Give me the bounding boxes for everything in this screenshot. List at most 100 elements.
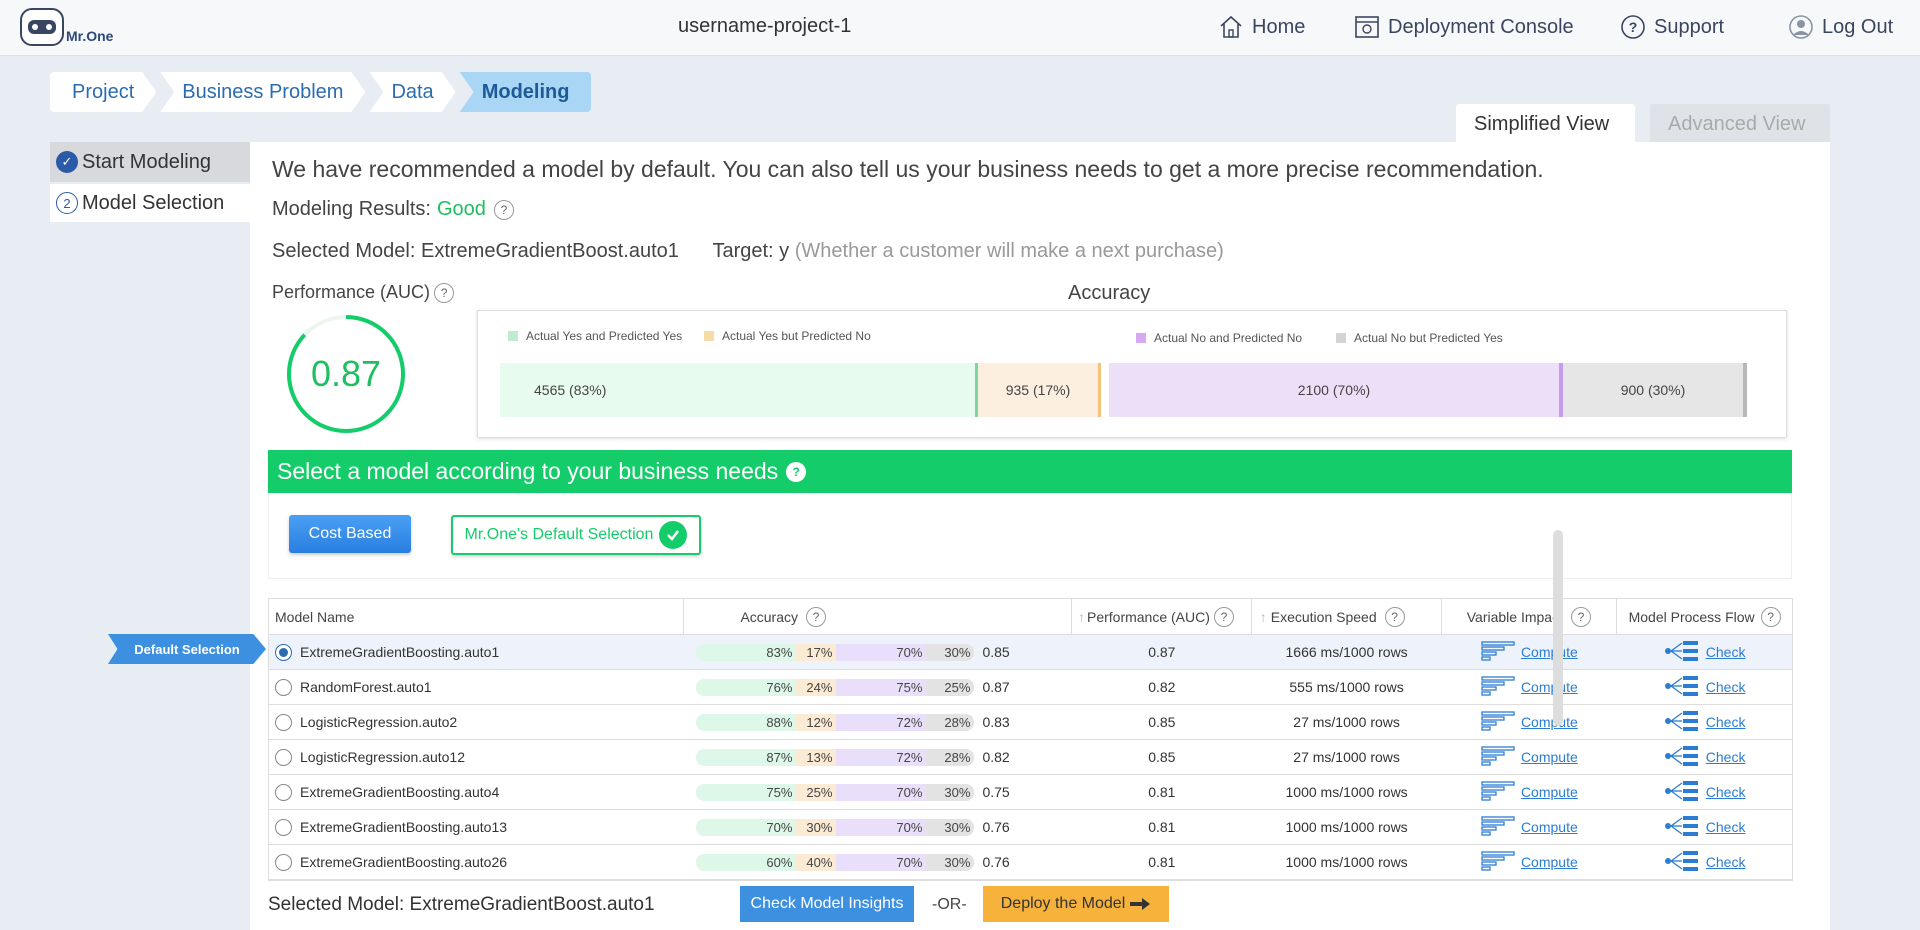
mini-yes-yes: 76% <box>696 678 797 696</box>
tab-advanced-view[interactable]: Advanced View? <box>1650 104 1830 176</box>
model-name-cell: LogisticRegression.auto12 <box>269 748 684 766</box>
compute-link[interactable]: Compute <box>1521 644 1578 660</box>
legend-yes-no: Actual Yes but Predicted No <box>704 329 871 343</box>
business-needs-bar: Select a model according to your busines… <box>268 450 1792 493</box>
check-insights-button[interactable]: Check Model Insights <box>740 886 914 922</box>
nav-support[interactable]: ? Support <box>1620 14 1724 40</box>
performance-help-icon[interactable]: ? <box>434 282 455 303</box>
table-row[interactable]: RandomForest.auto1 76% 24% 75% 25% 0.87 0.82 55… <box>269 670 1792 705</box>
performance-col-help-icon[interactable]: ? <box>1213 606 1234 627</box>
variable-impact-cell: Compute <box>1441 710 1617 735</box>
recommendation-text: We have recommended a model by default. … <box>272 156 1544 182</box>
sort-arrow-icon: ↑ <box>1259 608 1267 625</box>
compute-link[interactable]: Compute <box>1521 714 1578 730</box>
mini-no-yes: 30% <box>926 853 975 871</box>
selected-model-line: Selected Model: ExtremeGradientBoost.aut… <box>272 240 1224 263</box>
breadcrumb-project[interactable]: Project <box>50 72 156 112</box>
variable-impact-cell: Compute <box>1441 780 1617 805</box>
speed-cell: 1666 ms/1000 rows <box>1285 644 1408 660</box>
table-row[interactable]: ExtremeGradientBoosting.auto4 75% 25% 70% 30… <box>269 775 1792 810</box>
nav-home[interactable]: Home <box>1218 14 1305 40</box>
accuracy-mini-bar: 75% 25% 70% 30% <box>696 783 975 801</box>
segment-yes-yes: 4565 (83%) <box>500 363 978 417</box>
model-radio[interactable] <box>275 713 292 731</box>
results-label: Modeling Results: <box>272 198 431 220</box>
accuracy-mini-bar: 87% 13% 72% 28% <box>696 748 975 766</box>
check-link[interactable]: Check <box>1706 749 1746 765</box>
check-link[interactable]: Check <box>1706 854 1746 870</box>
flow-help-icon[interactable]: ? <box>1760 606 1781 627</box>
mini-yes-yes: 60% <box>696 853 797 871</box>
cost-based-button[interactable]: Cost Based <box>289 515 411 553</box>
table-row[interactable]: LogisticRegression.auto12 87% 13% 72% 28% 0.8… <box>269 740 1792 775</box>
business-help-icon[interactable]: ? <box>786 461 807 482</box>
speed-cell: 1000 ms/1000 rows <box>1285 784 1408 800</box>
legend-yes-yes-label: Actual Yes and Predicted Yes <box>526 329 683 343</box>
check-link[interactable]: Check <box>1706 714 1746 730</box>
model-name: ExtremeGradientBoosting.auto1 <box>300 644 500 660</box>
sidenav-start-modeling[interactable]: ✓ Start Modeling <box>50 142 250 182</box>
check-link[interactable]: Check <box>1706 784 1746 800</box>
step-number-badge: 2 <box>56 192 78 214</box>
legend-swatch <box>1136 333 1146 343</box>
table-row[interactable]: ExtremeGradientBoosting.auto1 83% 17% 70% 30… <box>269 635 1792 670</box>
table-row[interactable]: LogisticRegression.auto2 88% 12% 72% 28% 0.83… <box>269 705 1792 740</box>
breadcrumb-modeling[interactable]: Modeling <box>459 72 592 112</box>
speed-help-icon[interactable]: ? <box>1384 606 1405 627</box>
check-link[interactable]: Check <box>1706 644 1746 660</box>
accuracy-title: Accuracy <box>1068 282 1151 304</box>
compute-link[interactable]: Compute <box>1521 854 1578 870</box>
sidenav-start-label: Start Modeling <box>82 150 211 173</box>
table-scrollbar[interactable] <box>1553 530 1563 726</box>
variable-help-icon[interactable]: ? <box>1570 606 1591 627</box>
mini-yes-no: 40% <box>796 853 837 871</box>
process-flow-cell: Check <box>1617 850 1792 875</box>
mini-no-no: 72% <box>836 713 927 731</box>
nav-logout[interactable]: Log Out <box>1788 14 1893 40</box>
footer-selected-model: Selected Model: ExtremeGradientBoost.aut… <box>268 894 655 915</box>
compute-link[interactable]: Compute <box>1521 679 1578 695</box>
check-link[interactable]: Check <box>1706 679 1746 695</box>
performance-cell: 0.82 <box>1148 679 1176 695</box>
header-accuracy-label: Accuracy <box>740 608 799 625</box>
tab-simplified-label: Simplified View <box>1474 113 1610 135</box>
accuracy-score: 0.82 <box>982 749 1010 765</box>
model-radio[interactable] <box>275 748 292 766</box>
breadcrumb-business-problem[interactable]: Business Problem <box>160 72 365 112</box>
help-icon: ? <box>1621 15 1645 39</box>
accuracy-cell: 76% 24% 75% 25% 0.87 <box>684 678 1072 696</box>
default-selection-label: Mr.One's Default Selection <box>464 526 654 543</box>
tab-simplified-view[interactable]: Simplified View <box>1456 104 1635 142</box>
model-name: ExtremeGradientBoosting.auto13 <box>300 819 508 835</box>
check-link[interactable]: Check <box>1706 819 1746 835</box>
sidenav-model-label: Model Selection <box>82 191 225 214</box>
compute-link[interactable]: Compute <box>1521 749 1578 765</box>
header-performance[interactable]: ↑ Performance (AUC)? <box>1072 599 1252 634</box>
compute-link[interactable]: Compute <box>1521 784 1578 800</box>
model-radio[interactable] <box>275 853 292 871</box>
table-row[interactable]: ExtremeGradientBoosting.auto13 70% 30% 70% 3… <box>269 810 1792 845</box>
model-radio[interactable] <box>275 783 292 801</box>
mini-yes-no: 25% <box>796 783 837 801</box>
model-radio[interactable] <box>275 678 292 696</box>
model-radio[interactable] <box>275 643 292 661</box>
model-radio[interactable] <box>275 818 292 836</box>
model-name-cell: ExtremeGradientBoosting.auto13 <box>269 818 684 836</box>
table-row[interactable]: ExtremeGradientBoosting.auto26 60% 40% 70% 3… <box>269 845 1792 880</box>
compute-link[interactable]: Compute <box>1521 819 1578 835</box>
nav-deployment-console[interactable]: Deployment Console <box>1354 14 1574 40</box>
checkmark-icon <box>659 521 688 549</box>
breadcrumb-data[interactable]: Data <box>369 72 455 112</box>
sidenav-model-selection[interactable]: 2 Model Selection <box>50 184 250 222</box>
header-execution-speed[interactable]: ↑ Execution Speed? <box>1252 599 1442 634</box>
default-selection-button[interactable]: Mr.One's Default Selection <box>451 515 701 555</box>
mini-yes-yes: 75% <box>696 783 797 801</box>
performance-cell: 0.81 <box>1148 784 1176 800</box>
logo[interactable]: Mr.One <box>20 8 113 46</box>
bar-chart-icon <box>1481 780 1515 805</box>
legend-yes-no-label: Actual Yes but Predicted No <box>722 329 871 343</box>
nav-home-label: Home <box>1252 15 1306 38</box>
deploy-model-button[interactable]: Deploy the Model <box>983 886 1169 922</box>
results-help-icon[interactable]: ? <box>493 199 514 220</box>
accuracy-help-icon[interactable]: ? <box>806 606 827 627</box>
